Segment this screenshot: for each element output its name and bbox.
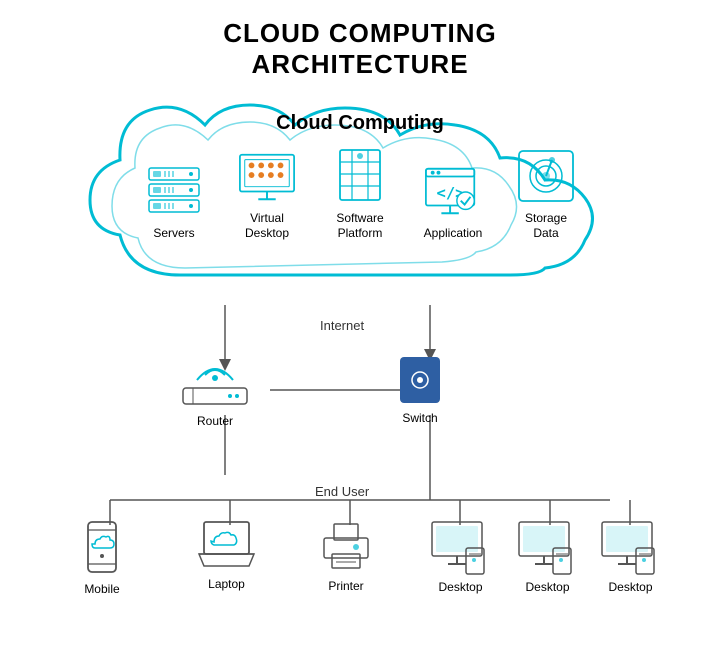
printer-label: Printer — [328, 579, 363, 593]
desktop-3-icon — [598, 518, 663, 576]
software-platform-icon — [330, 147, 390, 207]
printer-device: Printer — [316, 520, 376, 593]
mobile-device: Mobile — [82, 520, 122, 596]
desktop-label-2: Desktop — [525, 580, 569, 594]
virtual-desktop-icon — [237, 147, 297, 207]
mobile-label: Mobile — [84, 582, 119, 596]
cloud-title: Cloud Computing — [276, 112, 444, 135]
router-icon — [175, 360, 255, 410]
servers-icon — [144, 162, 204, 222]
router-device: Router — [175, 360, 255, 428]
svg-text:Internet: Internet — [320, 318, 364, 333]
cloud-computing-section: Cloud Computing — [70, 90, 650, 300]
storage-data-icon — [516, 147, 576, 207]
virtual-desktop-label: VirtualDesktop — [245, 211, 289, 240]
desktop-device-3: Desktop — [598, 518, 663, 594]
application-label: Application — [424, 226, 483, 240]
desktop-1-icon — [428, 518, 493, 576]
cloud-item-application: </> Application — [416, 162, 491, 240]
mobile-icon — [82, 520, 122, 578]
cloud-item-virtual-desktop: VirtualDesktop — [230, 147, 305, 240]
cloud-item-servers: Servers — [137, 162, 212, 240]
storage-data-label: StorageData — [525, 211, 567, 240]
servers-label: Servers — [153, 226, 194, 240]
network-diagram: Internet End User — [20, 300, 700, 620]
cloud-item-storage-data: StorageData — [509, 147, 584, 240]
software-platform-label: SoftwarePlatform — [336, 211, 383, 240]
switch-icon — [390, 352, 450, 407]
desktop-label-1: Desktop — [438, 580, 482, 594]
switch-device: Switch — [390, 352, 450, 425]
laptop-icon — [194, 518, 259, 573]
application-icon: </> — [423, 162, 483, 222]
desktop-device-1: Desktop — [428, 518, 493, 594]
router-label: Router — [197, 414, 233, 428]
desktop-label-3: Desktop — [608, 580, 652, 594]
cloud-items: Servers — [137, 147, 584, 240]
laptop-label: Laptop — [208, 577, 245, 591]
svg-text:End User: End User — [315, 484, 370, 499]
laptop-device: Laptop — [194, 518, 259, 591]
desktop-device-2: Desktop — [515, 518, 580, 594]
desktop-2-icon — [515, 518, 580, 576]
page-title: CLOUD COMPUTING ARCHITECTURE — [223, 0, 497, 80]
printer-icon — [316, 520, 376, 575]
switch-label: Switch — [402, 411, 437, 425]
cloud-item-software-platform: SoftwarePlatform — [323, 147, 398, 240]
